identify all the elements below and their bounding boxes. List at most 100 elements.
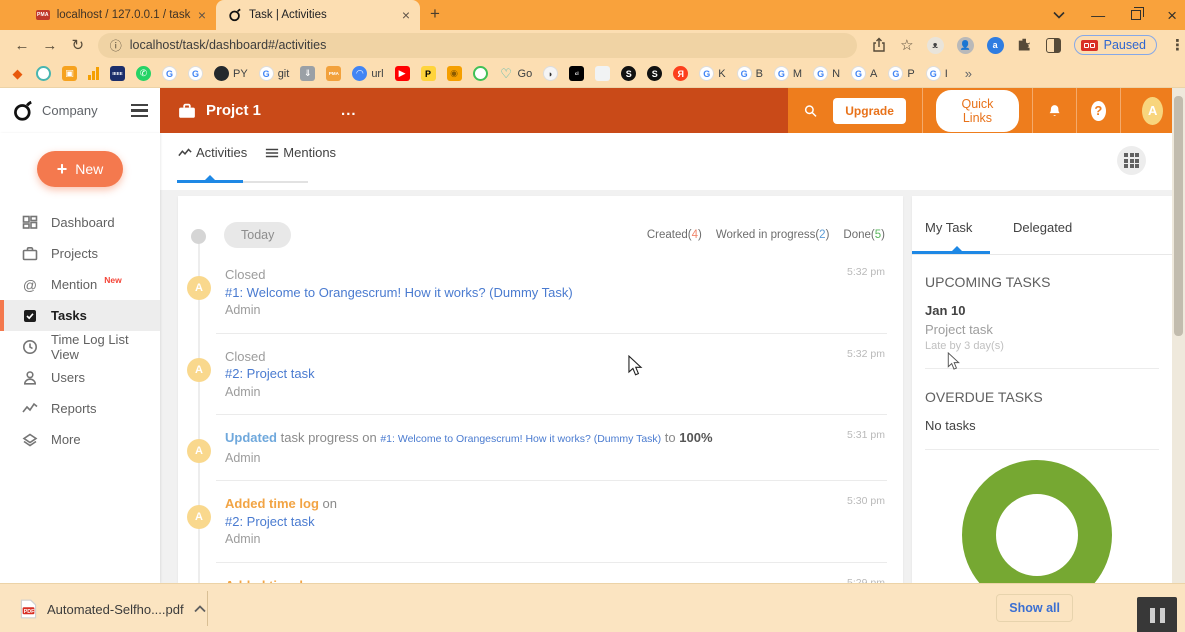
counter-progress[interactable]: Worked in progress(2) xyxy=(716,229,830,241)
task-link[interactable]: #1: Welcome to Orangescrum! How it works… xyxy=(225,285,573,300)
share-icon[interactable] xyxy=(871,37,887,53)
bookmark-item[interactable]: S xyxy=(621,66,636,81)
tab-my-task[interactable]: My Task xyxy=(925,220,972,235)
task-link[interactable]: #2: Project task xyxy=(225,514,315,529)
bookmark-item[interactable] xyxy=(36,66,51,81)
sidebar-item-more[interactable]: More xyxy=(0,424,160,455)
bell-icon[interactable] xyxy=(1048,101,1061,120)
new-tab-button[interactable]: + xyxy=(430,4,440,24)
bookmark-item[interactable]: GN xyxy=(813,66,840,81)
bookmark-item[interactable]: Я xyxy=(673,66,688,81)
forward-icon[interactable]: → xyxy=(36,37,64,54)
minimize-icon[interactable]: — xyxy=(1091,8,1105,22)
chevron-down-icon[interactable] xyxy=(1053,11,1065,19)
project-selector[interactable]: Projct 1 ... xyxy=(160,88,788,133)
restore-icon[interactable] xyxy=(1131,10,1141,20)
sidebar-item-tasks[interactable]: Tasks xyxy=(0,300,160,331)
bookmark-item[interactable]: GB xyxy=(737,66,763,81)
task-link[interactable]: #1: Welcome to Orangescrum! How it works… xyxy=(380,433,661,445)
activity-text: Updated xyxy=(225,430,277,445)
a-extension-icon[interactable]: a xyxy=(987,37,1004,54)
close-icon[interactable]: × xyxy=(402,7,410,23)
bookmark-item[interactable]: ✆ xyxy=(136,66,151,81)
sidebar-item-projects[interactable]: Projects xyxy=(0,238,160,269)
search-icon[interactable] xyxy=(804,102,817,120)
extensions-puzzle-icon[interactable] xyxy=(1017,37,1033,53)
task-link[interactable]: #2: Project task xyxy=(225,366,315,381)
show-all-button[interactable]: Show all xyxy=(996,594,1073,622)
download-item[interactable]: PDF Automated-Selfho....pdf xyxy=(10,593,216,625)
help-button[interactable]: ? xyxy=(1091,101,1106,121)
counter-created[interactable]: Created(4) xyxy=(647,229,702,241)
sidebar-item-time-log-list-view[interactable]: Time Log List View xyxy=(0,331,160,362)
bookmark-item[interactable]: ▶ xyxy=(395,66,410,81)
hamburger-menu-icon[interactable] xyxy=(131,104,148,118)
bookmark-item[interactable]: ♡Go xyxy=(499,66,533,81)
reload-icon[interactable]: ↻ xyxy=(64,36,92,54)
bookmark-star-icon[interactable]: ☆ xyxy=(900,36,913,54)
menu-kebab-icon[interactable]: ⋮ xyxy=(1170,36,1185,54)
bookmark-item[interactable]: Ggit xyxy=(259,66,290,81)
bookmark-item[interactable]: GM xyxy=(774,66,802,81)
tab-mentions[interactable]: Mentions xyxy=(265,145,336,174)
bookmark-item[interactable]: GA xyxy=(851,66,877,81)
bookmark-item[interactable]: PMA xyxy=(326,66,341,81)
bookmark-label: M xyxy=(793,68,802,80)
bookmark-item[interactable]: S xyxy=(647,66,662,81)
pause-media-button[interactable] xyxy=(1137,597,1177,632)
upgrade-button[interactable]: Upgrade xyxy=(833,98,906,124)
close-icon[interactable]: × xyxy=(198,7,206,23)
browser-tab-phpmyadmin[interactable]: PMA localhost / 127.0.0.1 / task | php × xyxy=(24,0,216,30)
bookmark-item[interactable]: PY xyxy=(214,66,248,81)
address-bar[interactable]: ⓘ localhost/task/dashboard#/activities xyxy=(98,33,857,58)
page-scrollbar[interactable] xyxy=(1172,88,1185,583)
bookmark-item[interactable]: GK xyxy=(699,66,725,81)
site-info-icon[interactable]: ⓘ xyxy=(110,37,122,54)
tab-activities[interactable]: Activities xyxy=(178,145,247,174)
counter-done[interactable]: Done(5) xyxy=(843,229,885,241)
bookmark-item[interactable]: P xyxy=(421,66,436,81)
grid-icon xyxy=(1124,153,1139,168)
bookmark-item[interactable] xyxy=(473,66,488,81)
bookmark-item[interactable]: ◗ xyxy=(543,66,558,81)
bookmark-item[interactable]: cl xyxy=(569,66,584,81)
divider xyxy=(1076,88,1077,133)
bookmark-item[interactable] xyxy=(88,67,99,80)
bookmark-item[interactable] xyxy=(595,66,610,81)
task-name[interactable]: Project task xyxy=(925,322,1159,337)
project-more-icon[interactable]: ... xyxy=(341,102,357,119)
apps-grid-button[interactable] xyxy=(1117,146,1146,175)
bookmark-item[interactable]: GP xyxy=(888,66,914,81)
scrollbar-thumb[interactable] xyxy=(1174,96,1183,336)
sidebar-item-users[interactable]: Users xyxy=(0,362,160,393)
bookmarks-overflow-icon[interactable]: » xyxy=(965,66,972,81)
new-button[interactable]: + New xyxy=(37,151,123,187)
tab-delegated[interactable]: Delegated xyxy=(1013,220,1072,235)
panda-extension-icon[interactable]: ᴥ xyxy=(927,37,944,54)
close-window-icon[interactable]: × xyxy=(1167,7,1177,24)
sidebar-item-reports[interactable]: Reports xyxy=(0,393,160,424)
browser-tab-task-activities[interactable]: Task | Activities × xyxy=(216,0,420,30)
side-panel-icon[interactable] xyxy=(1046,38,1061,53)
profile-extension-icon[interactable]: 👤 xyxy=(957,37,974,54)
avatar[interactable]: A xyxy=(1142,97,1163,125)
bookmark-item[interactable]: GI xyxy=(926,66,948,81)
sidebar-item-mention[interactable]: @MentionNew xyxy=(0,269,160,300)
today-chip[interactable]: Today xyxy=(224,222,291,248)
bookmark-item[interactable]: ⇓ xyxy=(300,66,315,81)
paused-extension-button[interactable]: Paused xyxy=(1074,35,1157,55)
bookmark-item[interactable]: ◠url xyxy=(352,66,383,81)
bookmark-item[interactable]: ◉ xyxy=(447,66,462,81)
bookmark-item[interactable]: G xyxy=(162,66,177,81)
activity-line: #1: Welcome to Orangescrum! How it works… xyxy=(225,284,783,302)
chevron-up-icon[interactable] xyxy=(194,605,206,613)
upcoming-tasks-section: UPCOMING TASKS Jan 10 Project task Late … xyxy=(912,274,1172,450)
bookmark-item[interactable]: ◆ xyxy=(10,66,25,81)
bookmark-item[interactable]: IEEE xyxy=(110,66,125,81)
quick-links-button[interactable]: Quick Links xyxy=(936,90,1020,132)
bookmark-item[interactable]: ▣ xyxy=(62,66,77,81)
bookmark-item[interactable]: G xyxy=(188,66,203,81)
movie-camera-icon: ◉ xyxy=(447,66,462,81)
back-icon[interactable]: ← xyxy=(8,37,36,54)
sidebar-item-dashboard[interactable]: Dashboard xyxy=(0,207,160,238)
